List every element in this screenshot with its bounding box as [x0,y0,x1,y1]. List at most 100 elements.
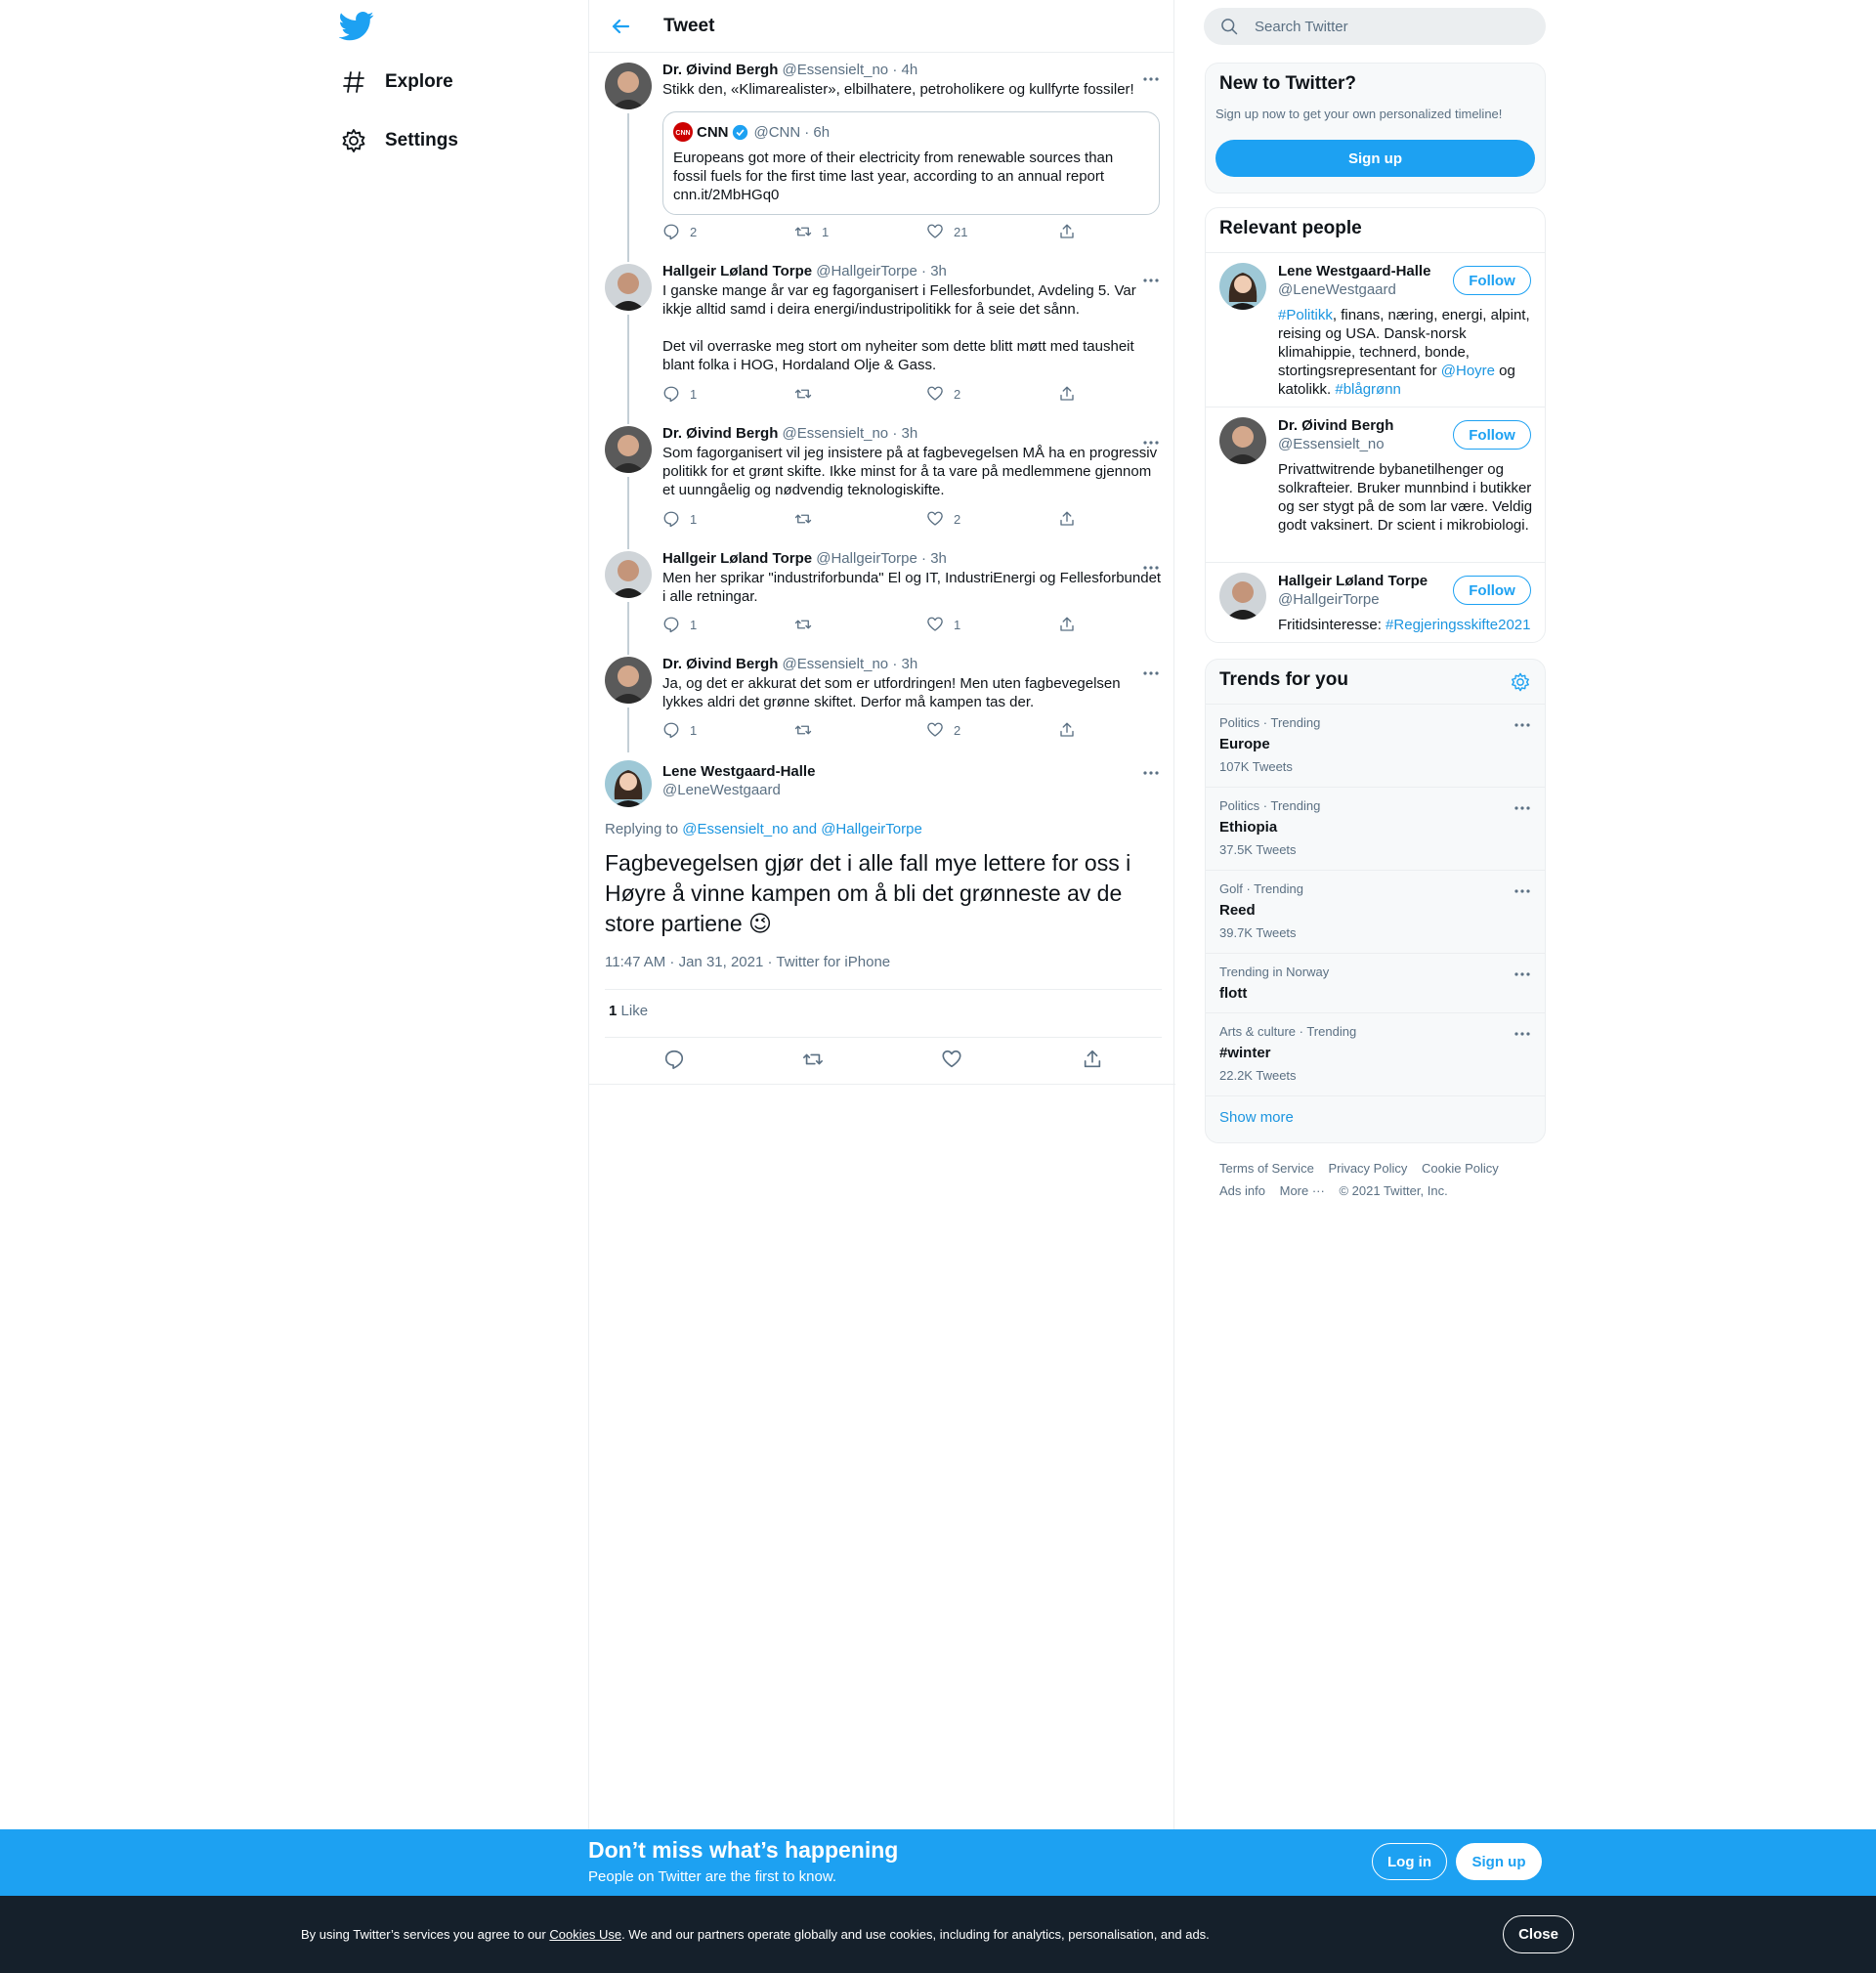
nav-settings[interactable]: Settings [340,121,458,160]
trend-item[interactable]: Politics · Trending Europe 107K Tweets [1206,704,1545,787]
more-options-icon[interactable] [1142,434,1160,451]
author-handle[interactable]: @Essensielt_no [783,62,889,78]
reply-button[interactable]: 1 [662,616,697,633]
more-options-icon[interactable] [1514,799,1531,817]
show-more-row[interactable]: Show more [1206,1095,1545,1142]
more-options-icon[interactable] [1142,764,1160,782]
avatar[interactable] [605,551,652,598]
thread-tweet[interactable]: Dr. Øivind Bergh @Essensielt_no · 4h Sti… [589,53,1175,252]
avatar[interactable] [1219,417,1266,464]
likes-summary[interactable]: 1 Like [609,1003,648,1019]
bio-hashtag[interactable]: #Politikk [1278,307,1333,323]
more-options-icon[interactable] [1142,665,1160,682]
more-options-icon[interactable] [1142,272,1160,289]
signup-button[interactable]: Sign up [1456,1843,1542,1880]
show-more-link[interactable]: Show more [1219,1109,1294,1126]
reply-button[interactable]: 1 [662,510,697,528]
like-button[interactable]: 21 [926,223,967,240]
more-options-icon[interactable] [1514,1025,1531,1043]
tweet-timestamp[interactable]: 11:47 AM · Jan 31, 2021 [605,954,763,970]
more-link[interactable]: More ··· [1280,1183,1325,1198]
privacy-link[interactable]: Privacy Policy [1328,1161,1407,1176]
heart-icon[interactable] [941,1049,962,1070]
trends-settings-gear-icon[interactable] [1510,671,1531,693]
like-button[interactable]: 2 [926,721,960,739]
retweet-icon[interactable] [802,1049,824,1070]
reply-icon[interactable] [663,1049,685,1070]
author-name[interactable]: Hallgeir Løland Torpe [662,550,812,567]
avatar[interactable] [605,760,652,807]
avatar[interactable] [605,426,652,473]
like-button[interactable]: 2 [926,385,960,403]
trend-item[interactable]: Politics · Trending Ethiopia 37.5K Tweet… [1206,787,1545,870]
signup-button[interactable]: Sign up [1215,140,1535,177]
back-arrow-icon[interactable] [609,15,632,38]
author-handle[interactable]: @HallgeirTorpe [816,550,917,567]
follow-button[interactable]: Follow [1453,420,1531,450]
search-bar[interactable] [1204,8,1546,45]
author-name[interactable]: Lene Westgaard-Halle [662,762,815,781]
avatar[interactable] [605,63,652,109]
more-options-icon[interactable] [1514,716,1531,734]
share-icon[interactable] [1082,1049,1103,1070]
tweet-source[interactable]: · Twitter for iPhone [768,954,891,970]
retweet-button[interactable] [794,385,822,403]
nav-explore[interactable]: Explore [340,63,453,102]
trend-item[interactable]: Arts & culture · Trending #winter 22.2K … [1206,1012,1545,1095]
twitter-logo-icon[interactable] [339,12,374,41]
quoted-tweet[interactable]: CNN CNN @CNN · 6h Europeans got more of … [662,111,1160,215]
avatar[interactable] [605,264,652,311]
author-name[interactable]: Dr. Øivind Bergh [662,425,778,442]
terms-link[interactable]: Terms of Service [1219,1161,1314,1176]
relevant-person[interactable]: Lene Westgaard-Halle @LeneWestgaard #Pol… [1206,252,1545,407]
retweet-button[interactable]: 1 [794,223,829,240]
follow-button[interactable]: Follow [1453,576,1531,605]
share-button[interactable] [1058,616,1086,633]
author-handle[interactable]: @LeneWestgaard [662,781,815,799]
bio-hashtag[interactable]: #Regjeringsskifte2021 [1386,617,1530,633]
follow-button[interactable]: Follow [1453,266,1531,295]
author-name[interactable]: Dr. Øivind Bergh [662,62,778,78]
thread-tweet[interactable]: Hallgeir Løland Torpe @HallgeirTorpe · 3… [589,252,1175,414]
thread-tweet[interactable]: Hallgeir Løland Torpe @HallgeirTorpe · 3… [589,539,1175,645]
trend-item[interactable]: Trending in Norway flott [1206,953,1545,1012]
replying-to-mentions[interactable]: @Essensielt_no and @HallgeirTorpe [682,821,922,837]
tweet-time[interactable]: · 3h [892,425,917,442]
bio-mention[interactable]: @Hoyre [1441,363,1495,379]
avatar[interactable] [1219,573,1266,620]
more-options-icon[interactable] [1514,965,1531,983]
cookies-use-link[interactable]: Cookies Use [549,1927,621,1942]
tweet-time[interactable]: · 3h [921,550,947,567]
more-options-icon[interactable] [1142,559,1160,577]
login-button[interactable]: Log in [1372,1843,1447,1880]
share-button[interactable] [1058,223,1086,240]
thread-tweet[interactable]: Dr. Øivind Bergh @Essensielt_no · 3h Ja,… [589,645,1175,752]
avatar[interactable] [1219,263,1266,310]
author-name[interactable]: Dr. Øivind Bergh [662,656,778,672]
reply-button[interactable]: 1 [662,385,697,403]
more-options-icon[interactable] [1514,882,1531,900]
reply-button[interactable]: 2 [662,223,697,240]
author-handle[interactable]: @Essensielt_no [783,425,889,442]
author-handle[interactable]: @HallgeirTorpe [816,263,917,279]
cookie-policy-link[interactable]: Cookie Policy [1422,1161,1499,1176]
like-button[interactable]: 2 [926,510,960,528]
search-input[interactable] [1255,18,1528,35]
relevant-person[interactable]: Hallgeir Løland Torpe @HallgeirTorpe Fri… [1206,562,1545,642]
author-name[interactable]: Hallgeir Løland Torpe [662,263,812,279]
thread-tweet[interactable]: Dr. Øivind Bergh @Essensielt_no · 3h Som… [589,414,1175,539]
tweet-time[interactable]: · 4h [892,62,917,78]
more-options-icon[interactable] [1142,70,1160,88]
relevant-person[interactable]: Dr. Øivind Bergh @Essensielt_no Privattw… [1206,407,1545,562]
ads-info-link[interactable]: Ads info [1219,1183,1265,1198]
retweet-button[interactable] [794,616,822,633]
retweet-button[interactable] [794,510,822,528]
trend-item[interactable]: Golf · Trending Reed 39.7K Tweets [1206,870,1545,953]
share-button[interactable] [1058,510,1086,528]
share-button[interactable] [1058,385,1086,403]
avatar[interactable] [605,657,652,704]
tweet-time[interactable]: · 3h [892,656,917,672]
like-button[interactable]: 1 [926,616,960,633]
tweet-time[interactable]: · 3h [921,263,947,279]
retweet-button[interactable] [794,721,822,739]
